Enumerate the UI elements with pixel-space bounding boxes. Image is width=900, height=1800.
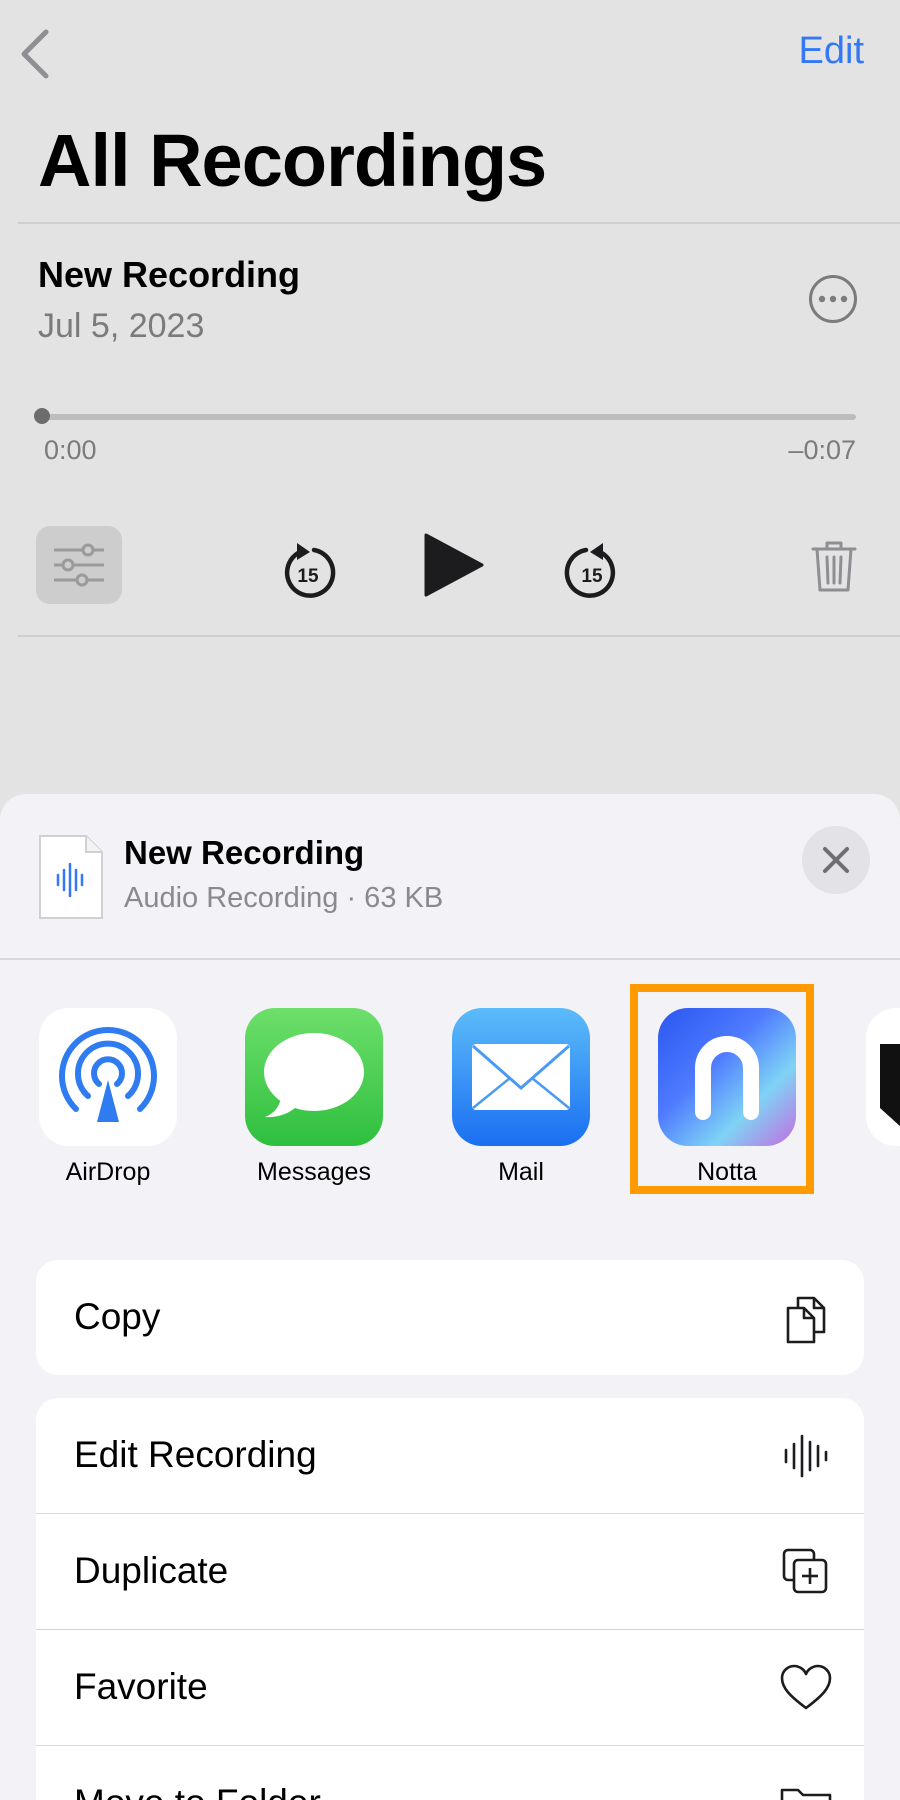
action-label: Edit Recording — [74, 1434, 317, 1475]
share-sheet: New Recording Audio Recording · 63 KB Ai… — [0, 794, 900, 1800]
close-button[interactable] — [802, 826, 870, 894]
scrubber-handle[interactable] — [34, 408, 50, 424]
action-group-copy: Copy — [36, 1260, 864, 1375]
playback-settings-button[interactable] — [36, 526, 122, 604]
share-app-label: Mail — [498, 1158, 544, 1186]
share-app-mail[interactable]: Mail — [451, 1008, 591, 1187]
trash-icon — [811, 541, 857, 592]
notta-app-icon — [658, 1008, 796, 1146]
divider — [18, 222, 900, 224]
file-thumbnail — [38, 834, 104, 920]
share-app-label: Messages — [257, 1158, 371, 1186]
messages-icon — [245, 1008, 383, 1146]
share-app-label: AirDrop — [65, 1158, 151, 1186]
duplicate-icon — [782, 1548, 828, 1594]
shared-file-subtitle: Audio Recording · 63 KB — [124, 882, 444, 914]
action-label: Copy — [74, 1296, 161, 1337]
elapsed-time: 0:00 — [44, 435, 97, 465]
action-copy[interactable]: Copy — [36, 1260, 864, 1375]
sliders-icon — [54, 543, 104, 587]
action-edit-recording[interactable]: Edit Recording — [36, 1398, 864, 1514]
action-label: Favorite — [74, 1666, 208, 1707]
action-move-to-folder[interactable]: Move to Folder — [36, 1746, 864, 1800]
back-button[interactable] — [14, 26, 58, 82]
edit-button[interactable]: Edit — [799, 30, 864, 73]
folder-icon — [780, 1788, 832, 1800]
divider — [18, 635, 900, 637]
more-options-button[interactable] — [808, 274, 858, 324]
action-label: Move to Folder — [74, 1782, 321, 1800]
share-app-label: Notta — [697, 1158, 757, 1186]
play-icon — [424, 533, 484, 597]
divider — [0, 958, 900, 960]
svg-text:15: 15 — [297, 566, 319, 587]
playback-scrubber[interactable] — [42, 414, 856, 420]
share-app-partial[interactable] — [866, 1008, 900, 1146]
recording-title[interactable]: New Recording — [38, 254, 300, 296]
close-icon — [823, 847, 849, 873]
recording-date: Jul 5, 2023 — [38, 307, 205, 345]
ellipsis-circle-icon — [809, 275, 857, 323]
airdrop-icon — [39, 1008, 177, 1146]
action-label: Duplicate — [74, 1550, 229, 1591]
skip-back-button[interactable]: 15 — [280, 540, 336, 600]
svg-text:15: 15 — [581, 566, 603, 587]
delete-button[interactable] — [810, 538, 858, 594]
skip-forward-button[interactable]: 15 — [564, 540, 620, 600]
action-group-recording: Edit Recording Duplicate Favorite — [36, 1398, 864, 1800]
play-button[interactable] — [424, 532, 484, 598]
heart-icon — [780, 1664, 832, 1710]
remaining-time: –0:07 — [788, 435, 856, 465]
action-favorite[interactable]: Favorite — [36, 1630, 864, 1746]
app-icon — [866, 1008, 900, 1146]
mail-icon — [452, 1008, 590, 1146]
shared-file-title: New Recording — [124, 834, 365, 871]
page-title: All Recordings — [38, 119, 547, 202]
action-duplicate[interactable]: Duplicate — [36, 1514, 864, 1630]
chevron-left-icon — [21, 29, 49, 79]
skip-back-15-icon: 15 — [284, 543, 336, 598]
skip-forward-15-icon: 15 — [564, 543, 616, 598]
share-app-messages[interactable]: Messages — [244, 1008, 384, 1187]
waveform-icon — [784, 1434, 828, 1478]
audio-file-icon — [39, 835, 103, 919]
share-app-notta[interactable]: Notta — [657, 1008, 797, 1187]
copy-icon — [786, 1296, 826, 1344]
share-app-airdrop[interactable]: AirDrop — [38, 1008, 178, 1187]
